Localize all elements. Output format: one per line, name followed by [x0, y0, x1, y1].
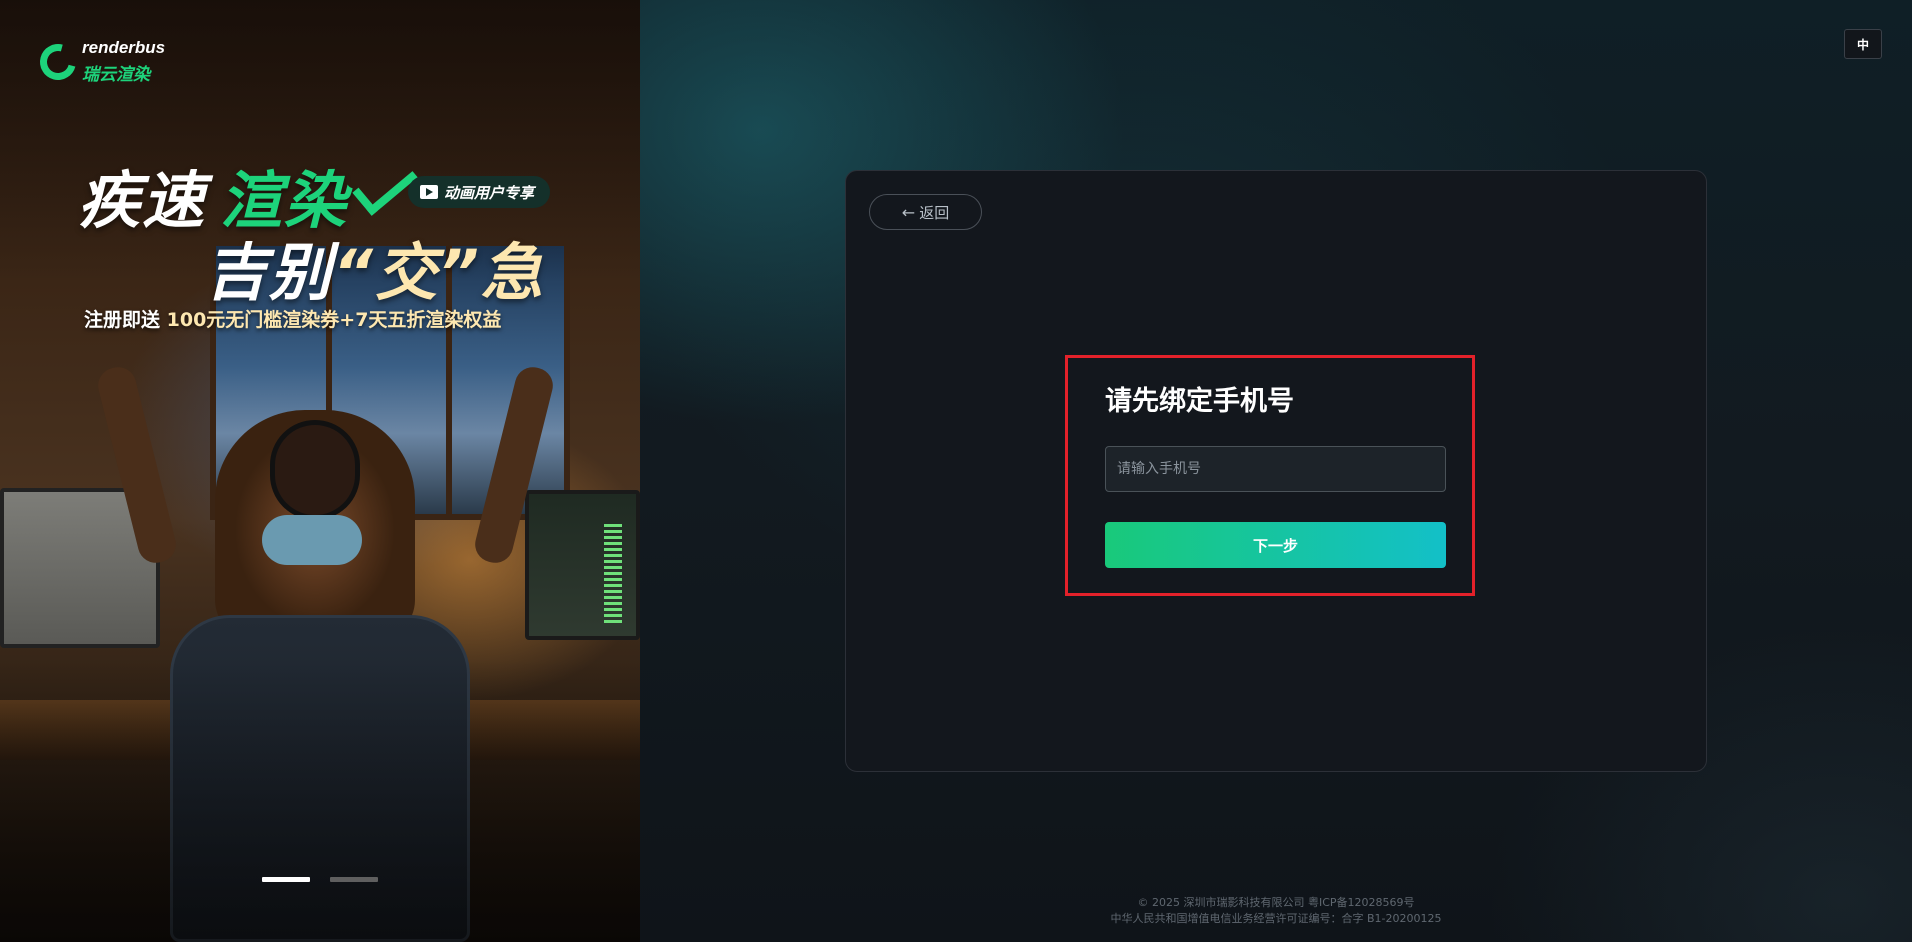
next-step-button[interactable]: 下一步 [1105, 522, 1446, 568]
back-button[interactable]: ← 返回 [869, 194, 982, 230]
logo-en: renderbus [82, 38, 166, 57]
carousel-indicators [262, 877, 378, 882]
promo-shade [0, 0, 640, 942]
logo-text: renderbus 瑞云渲染 [82, 38, 165, 85]
promo-banner[interactable]: renderbus 瑞云渲染 疾速 渲染 动画用户专享 吉别“交”急 注册即送 … [0, 0, 640, 942]
logo-cn: 瑞云渲染 [82, 65, 150, 85]
logo-mark-icon [33, 36, 83, 87]
app-root: renderbus 瑞云渲染 疾速 渲染 动画用户专享 吉别“交”急 注册即送 … [0, 0, 1912, 942]
footer: © 2025 深圳市瑞影科技有限公司 粤ICP备12028569号 中华人民共和… [845, 895, 1707, 927]
arrow-left-icon: ← [901, 202, 916, 222]
promo-sub-a: 注册即送 [84, 309, 167, 331]
promo-sub-b: 100元无门槛渲染券+7天五折渲染权益 [166, 309, 502, 331]
bind-phone-title: 请先绑定手机号 [1105, 386, 1294, 417]
footer-license: 中华人民共和国增值电信业务经营许可证编号：合字 B1-20200125 [1110, 912, 1442, 925]
clapperboard-icon [420, 185, 438, 199]
footer-copyright: © 2025 深圳市瑞影科技有限公司 粤ICP备12028569号 [1137, 896, 1415, 909]
language-toggle-button[interactable]: 中 [1844, 29, 1882, 59]
promo-subtitle: 注册即送 100元无门槛渲染券+7天五折渲染权益 [84, 305, 501, 332]
carousel-dot-1[interactable] [262, 877, 310, 882]
back-button-label: 返回 [919, 203, 950, 222]
promo-headline-line2: 吉别“交”急 [205, 222, 545, 312]
headline-line2-a: 吉别 [205, 236, 334, 309]
carousel-dot-2[interactable] [330, 877, 378, 882]
headline-part1: 疾速 [78, 164, 207, 237]
promo-badge: 动画用户专享 [408, 176, 551, 208]
phone-input[interactable] [1105, 446, 1446, 492]
renderbus-logo[interactable]: renderbus 瑞云渲染 [33, 36, 165, 87]
promo-badge-label: 动画用户专享 [444, 183, 535, 202]
headline-line2-b: “交”急 [333, 236, 545, 309]
